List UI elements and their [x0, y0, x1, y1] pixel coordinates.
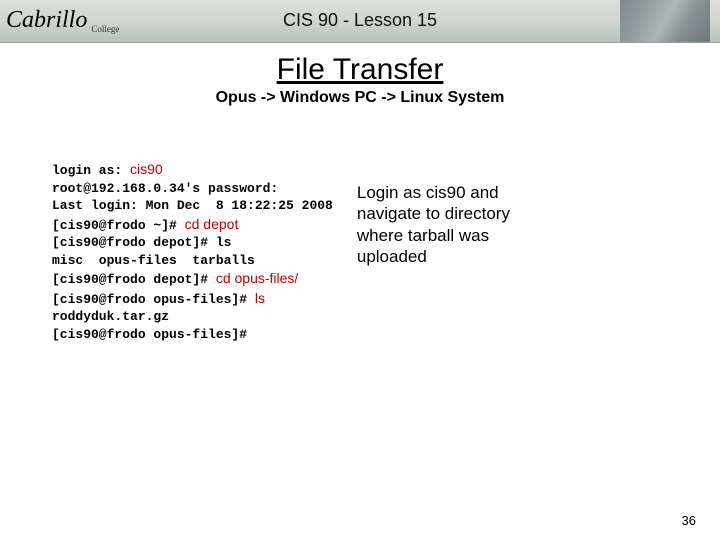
term-cmd-8: ls: [255, 290, 265, 306]
term-line-8a: [cis90@frodo opus-files]#: [52, 292, 255, 307]
term-line-2: root@192.168.0.34's password:: [52, 181, 278, 196]
term-line-10: [cis90@frodo opus-files]#: [52, 327, 247, 342]
page-number: 36: [682, 513, 696, 528]
term-line-9: roddyduk.tar.gz: [52, 309, 169, 324]
term-line-6: misc opus-files tarballs: [52, 253, 255, 268]
terminal-block: login as: cis90 root@192.168.0.34's pass…: [52, 160, 333, 343]
term-line-4a: [cis90@frodo ~]#: [52, 218, 185, 233]
side-caption: Login as cis90 and navigate to directory…: [357, 182, 557, 343]
lesson-title: CIS 90 - Lesson 15: [0, 10, 720, 31]
term-line-5: [cis90@frodo depot]# ls: [52, 235, 231, 250]
page-title: File Transfer: [0, 53, 720, 87]
term-line-3: Last login: Mon Dec 8 18:22:25 2008: [52, 198, 333, 213]
body-area: login as: cis90 root@192.168.0.34's pass…: [0, 160, 720, 343]
term-cmd-1: cis90: [130, 161, 163, 177]
header-bar: Cabrillo College CIS 90 - Lesson 15: [0, 0, 720, 43]
term-line-7a: [cis90@frodo depot]#: [52, 272, 216, 287]
page-subtitle: Opus -> Windows PC -> Linux System: [0, 89, 720, 107]
term-cmd-4: cd depot: [185, 216, 239, 232]
term-line-1a: login as:: [52, 163, 130, 178]
header-photo: [620, 0, 710, 42]
term-cmd-7: cd opus-files/: [216, 270, 298, 286]
